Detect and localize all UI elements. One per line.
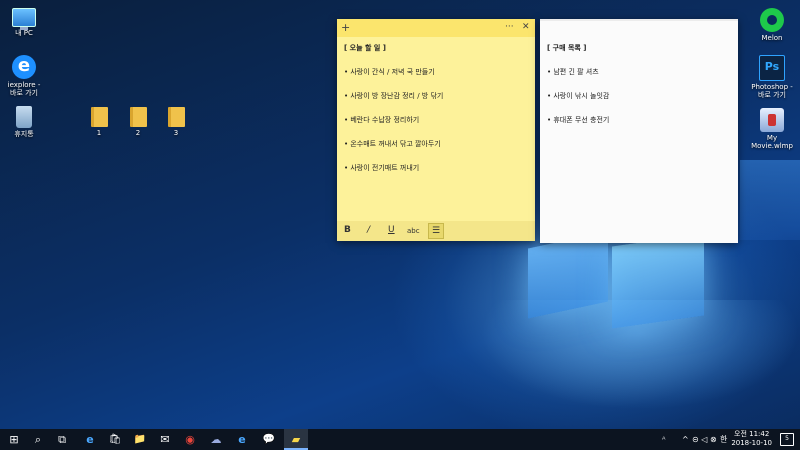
folder-icon [90, 107, 108, 127]
melon-icon [760, 8, 784, 32]
edge-icon[interactable]: e [78, 429, 102, 450]
bullet-list-button[interactable]: ☰ [428, 223, 445, 239]
format-toolbar: B / U abc ☰ [337, 221, 535, 241]
folder-icon [167, 107, 185, 127]
strikethrough-button[interactable]: abc [407, 227, 420, 235]
sticky-note-shopping[interactable]: [ 구매 목록 ] • 남편 긴 팔 셔츠 • 사랑이 낚시 놀잇감 • 휴대폰… [540, 19, 738, 243]
computer-icon [12, 8, 36, 30]
folder-icon [129, 107, 147, 127]
clock-date: 2018-10-10 [731, 439, 772, 447]
desktop-icon-melon[interactable]: Melon [748, 8, 796, 42]
task-view-icon[interactable]: ⧉ [50, 429, 74, 450]
kakaotalk-icon[interactable]: 💬 [257, 429, 281, 450]
internet-explorer-icon: e [12, 55, 36, 79]
list-item: • 휴대폰 무선 충전기 [547, 116, 610, 124]
sticky-note-body[interactable]: [ 구매 목록 ] • 남편 긴 팔 셔츠 • 사랑이 낚시 놀잇감 • 휴대폰… [540, 21, 738, 145]
ime-indicator[interactable]: 한 [720, 429, 727, 450]
sticky-note-header[interactable]: + ··· ✕ [337, 19, 535, 37]
clock-time: 오전 11:42 [734, 430, 770, 438]
menu-icon[interactable]: ··· [505, 22, 514, 32]
weather-icon[interactable]: ☁ [204, 429, 228, 450]
wallpaper-beam [740, 160, 800, 240]
wallpaper-beam [612, 233, 704, 329]
tray-system-icons[interactable]: ⊝ ◁ ⊗ [692, 429, 717, 450]
note-title: [ 구매 목록 ] [547, 44, 587, 52]
chrome-icon[interactable]: ◉ [178, 429, 202, 450]
italic-button[interactable]: / [367, 225, 370, 235]
start-icon[interactable]: ⊞ [2, 429, 26, 450]
internet-explorer-icon[interactable]: e [230, 429, 254, 450]
desktop-icon-folder-3[interactable]: 3 [152, 107, 200, 137]
desktop-icon-recycle-bin[interactable]: 휴지통 [0, 106, 48, 138]
desktop-icon-my-movie[interactable]: My Movie.wlmp [748, 108, 796, 150]
list-item: • 사랑이 방 장난감 정리 / 방 닦기 [344, 92, 444, 100]
desktop-icon-my-pc[interactable]: 내 PC [0, 8, 48, 37]
mail-icon[interactable]: ✉ [153, 429, 177, 450]
underline-button[interactable]: U [388, 225, 395, 235]
sticky-note-body[interactable]: [ 오늘 할 일 ] • 사랑이 간식 / 저녁 국 만들기 • 사랑이 방 장… [337, 37, 535, 193]
add-note-icon[interactable]: + [341, 21, 350, 34]
list-item: • 베란다 수납장 정리하기 [344, 116, 420, 124]
movie-file-icon [760, 108, 784, 132]
store-icon[interactable]: 🛍 [103, 429, 127, 450]
bold-button[interactable]: B [344, 225, 351, 235]
sticky-notes-taskbar-icon[interactable]: ▰ [284, 429, 308, 450]
sticky-note-today[interactable]: + ··· ✕ [ 오늘 할 일 ] • 사랑이 간식 / 저녁 국 만들기 •… [337, 19, 535, 241]
notification-center-icon[interactable]: 5 [780, 433, 794, 446]
list-item: • 사랑이 전기매트 꺼내기 [344, 164, 420, 172]
desktop-icon-photoshop[interactable]: Ps Photoshop - 바로 가기 [748, 55, 796, 99]
file-explorer-icon[interactable]: 📁 [128, 429, 152, 450]
list-item: • 사랑이 낚시 놀잇감 [547, 92, 610, 100]
desktop-icon-iexplore[interactable]: e iexplore - 바로 가기 [0, 55, 48, 97]
taskbar: ⊞ ⌕ ⧉ e 🛍 📁 ✉ ◉ ☁ e 💬 ▰ ᴬ ^ ⊝ ◁ ⊗ 한 오전 1… [0, 429, 800, 450]
list-item: • 남편 긴 팔 셔츠 [547, 68, 599, 76]
tray-overflow-icon[interactable]: ^ [682, 429, 689, 450]
photoshop-icon: Ps [759, 55, 785, 81]
list-item: • 온수매트 꺼내서 닦고 깔아두기 [344, 140, 441, 148]
list-item: • 사랑이 간식 / 저녁 국 만들기 [344, 68, 435, 76]
close-icon[interactable]: ✕ [522, 22, 530, 32]
clock[interactable]: 오전 11:42 2018-10-10 [731, 430, 772, 448]
search-icon[interactable]: ⌕ [26, 429, 50, 450]
people-icon[interactable]: ᴬ [662, 429, 665, 450]
note-title: [ 오늘 할 일 ] [344, 44, 386, 52]
recycle-bin-icon [16, 106, 32, 128]
